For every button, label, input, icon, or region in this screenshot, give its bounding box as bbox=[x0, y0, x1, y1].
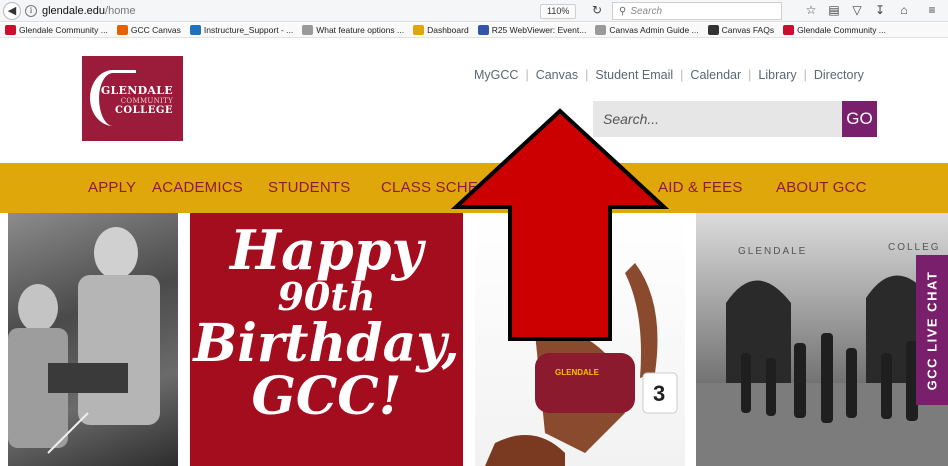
logo-swoosh-icon bbox=[90, 70, 136, 126]
bookmark-favicon-icon bbox=[116, 25, 128, 35]
pocket-icon[interactable]: ▽ bbox=[849, 3, 865, 17]
bookmark-favicon-icon bbox=[595, 25, 607, 35]
bookmark-item[interactable]: GCC Canvas bbox=[116, 25, 181, 35]
bookmark-favicon-icon bbox=[413, 25, 425, 35]
bookmark-item[interactable]: Glendale Community ... bbox=[5, 25, 108, 35]
nav-aid-fees[interactable]: AID & FEES bbox=[658, 179, 743, 196]
utility-link-canvas[interactable]: Canvas bbox=[536, 68, 578, 82]
nav-about-gcc[interactable]: ABOUT GCC bbox=[776, 179, 867, 196]
birthday-message: Happy 90th Birthday, GCC! bbox=[190, 218, 463, 427]
bookmark-favicon-icon bbox=[783, 25, 795, 35]
bookmark-label: Glendale Community ... bbox=[797, 25, 886, 35]
hero-photo-lab[interactable] bbox=[8, 213, 178, 466]
birthday-line-4: GCC! bbox=[251, 365, 402, 427]
bookmarks-bar: Glendale Community ... GCC Canvas Instruct… bbox=[0, 23, 948, 38]
bookmark-item[interactable]: What feature options ... bbox=[302, 25, 404, 35]
lab-photo-illustration bbox=[8, 227, 160, 454]
browser-search-placeholder: Search bbox=[630, 5, 663, 17]
bookmark-label: Instructure_Support - ... bbox=[203, 25, 294, 35]
bookmark-favicon-icon bbox=[707, 25, 719, 35]
bookmark-star-icon[interactable]: ☆ bbox=[803, 3, 819, 17]
hero-photo-campus[interactable]: GLENDALE COLLEG bbox=[696, 213, 948, 466]
bookmark-item[interactable]: Dashboard bbox=[413, 25, 469, 35]
bookmark-label: Dashboard bbox=[427, 25, 469, 35]
live-chat-label: GCC LIVE CHAT bbox=[924, 270, 940, 390]
utility-separator: | bbox=[585, 68, 589, 82]
annotation-arrow-up-icon bbox=[450, 108, 670, 341]
home-icon[interactable]: ⌂ bbox=[896, 3, 912, 17]
nav-academics[interactable]: ACADEMICS bbox=[152, 179, 243, 196]
utility-link-calendar[interactable]: Calendar bbox=[690, 68, 741, 82]
nav-students[interactable]: STUDENTS bbox=[268, 179, 350, 196]
zoom-level[interactable]: 110% bbox=[540, 4, 577, 19]
back-button[interactable]: ◀ bbox=[3, 1, 21, 20]
arrow-left-icon: ◀ bbox=[7, 5, 17, 17]
browser-search-input[interactable]: ⚲ Search bbox=[612, 2, 782, 20]
bookmark-item[interactable]: Instructure_Support - ... bbox=[189, 25, 294, 35]
birthday-line-2: 90th bbox=[277, 274, 376, 320]
url-host: glendale.edu bbox=[42, 5, 106, 17]
bookmark-label: R25 WebViewer: Event... bbox=[491, 25, 587, 35]
utility-separator: | bbox=[748, 68, 752, 82]
bookmark-favicon-icon bbox=[189, 25, 201, 35]
utility-link-mygcc[interactable]: MyGCC bbox=[474, 68, 518, 82]
bookmark-item[interactable]: R25 WebViewer: Event... bbox=[477, 25, 587, 35]
menu-icon[interactable]: ≡ bbox=[924, 3, 940, 17]
college-logo[interactable]: GLENDALE COMMUNITY COLLEGE bbox=[82, 56, 183, 141]
bookmark-label: Glendale Community ... bbox=[19, 25, 108, 35]
download-icon[interactable]: ↧ bbox=[872, 3, 888, 17]
building-inscription-left: GLENDALE bbox=[738, 246, 808, 257]
site-info-icon[interactable]: i bbox=[25, 4, 37, 17]
bookmark-favicon-icon bbox=[477, 25, 489, 35]
search-go-button[interactable]: GO bbox=[842, 101, 877, 137]
hero-birthday-banner[interactable]: Happy 90th Birthday, GCC! bbox=[190, 213, 463, 466]
reload-icon[interactable]: ↻ bbox=[592, 3, 602, 17]
utility-link-student-email[interactable]: Student Email bbox=[595, 68, 673, 82]
utility-separator: | bbox=[803, 68, 807, 82]
bookmark-label: Canvas FAQs bbox=[721, 25, 775, 35]
bookmark-item[interactable]: Canvas FAQs bbox=[707, 25, 775, 35]
url-path: /home bbox=[105, 5, 136, 17]
utility-separator: | bbox=[680, 68, 684, 82]
bookmark-label: GCC Canvas bbox=[130, 25, 181, 35]
birthday-line-1: Happy bbox=[230, 218, 423, 282]
search-icon: ⚲ bbox=[619, 5, 627, 17]
bookmark-favicon-icon bbox=[302, 25, 314, 35]
building-inscription-right: COLLEG bbox=[888, 242, 941, 253]
nav-apply[interactable]: APPLY bbox=[88, 179, 136, 196]
bib-number: 3 bbox=[653, 381, 666, 406]
bookmark-item[interactable]: Canvas Admin Guide ... bbox=[595, 25, 699, 35]
utility-separator: | bbox=[525, 68, 529, 82]
utility-links: MyGCC | Canvas | Student Email | Calenda… bbox=[474, 68, 864, 82]
bookmark-label: What feature options ... bbox=[316, 25, 405, 35]
utility-link-library[interactable]: Library bbox=[758, 68, 796, 82]
live-chat-tab[interactable]: GCC LIVE CHAT bbox=[916, 255, 948, 405]
jersey-label: GLENDALE bbox=[555, 368, 599, 377]
bookmark-item[interactable]: Glendale Community ... bbox=[783, 25, 886, 35]
bookmark-label: Canvas Admin Guide ... bbox=[609, 25, 699, 35]
address-bar[interactable]: glendale.edu/home bbox=[42, 3, 612, 19]
utility-link-directory[interactable]: Directory bbox=[814, 68, 864, 82]
bookmark-favicon-icon bbox=[5, 25, 16, 35]
library-icon[interactable]: ▤ bbox=[826, 3, 842, 17]
birthday-line-3: Birthday, bbox=[193, 312, 460, 374]
